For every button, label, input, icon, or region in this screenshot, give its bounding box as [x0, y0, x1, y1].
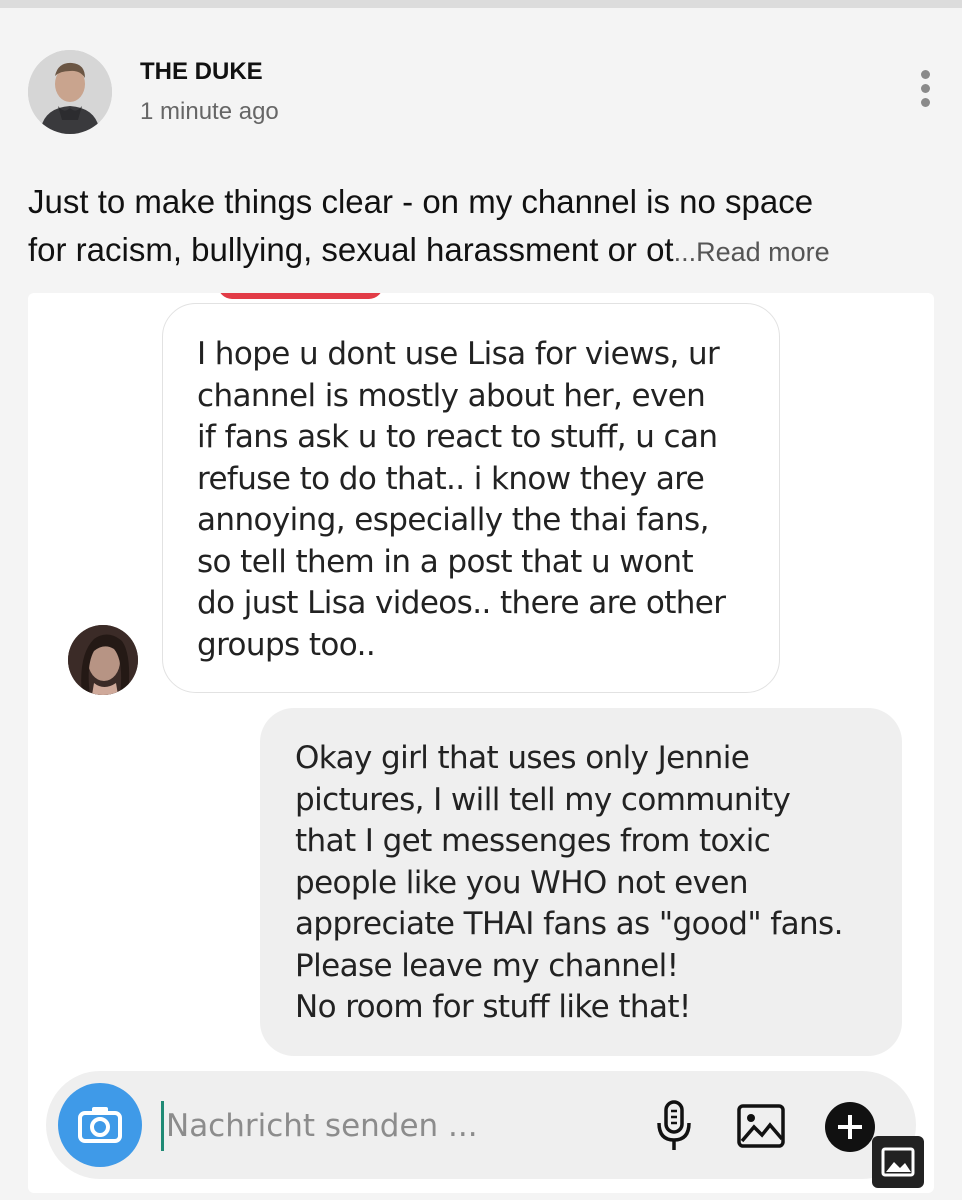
message-line: No room for stuff like that!	[295, 989, 691, 1025]
message-input[interactable]	[161, 1101, 638, 1151]
message-line: that I get messenges from toxic	[295, 823, 771, 859]
sender-avatar[interactable]	[68, 625, 138, 695]
message-line: people like you WHO not even	[295, 864, 749, 901]
message-line: Please leave my channel!	[295, 947, 679, 984]
message-composer	[46, 1071, 916, 1179]
outgoing-message-bubble: Okay girl that uses only Jennie pictures…	[260, 708, 902, 1056]
more-vertical-icon[interactable]	[910, 70, 940, 114]
message-line: I hope u dont use Lisa for views, ur	[197, 336, 720, 372]
post-timestamp: 1 minute ago	[140, 98, 279, 125]
incoming-message-bubble: I hope u dont use Lisa for views, ur cha…	[162, 303, 780, 693]
incoming-message-text: I hope u dont use Lisa for views, ur cha…	[197, 334, 726, 666]
message-line: annoying, especially the thai fans,	[197, 502, 709, 538]
message-line: so tell them in a post that u wont	[197, 543, 694, 580]
message-line: if fans ask u to react to stuff, u can	[197, 419, 718, 455]
message-line: channel is mostly about her, even	[197, 377, 706, 414]
top-divider	[0, 0, 962, 8]
message-line: Okay girl that uses only Jennie	[295, 740, 750, 776]
camera-button[interactable]	[58, 1083, 142, 1167]
microphone-icon[interactable]	[654, 1099, 694, 1153]
message-line: groups too..	[197, 626, 376, 663]
post-text-line: for racism, bullying, sexual harassment …	[28, 231, 830, 268]
image-icon[interactable]	[736, 1103, 786, 1149]
author-name[interactable]: THE DUKE	[140, 58, 263, 86]
message-line: do just Lisa videos.. there are other	[197, 585, 726, 621]
read-more-link[interactable]: ...Read more	[674, 237, 830, 267]
camera-icon	[78, 1107, 122, 1143]
post: THE DUKE 1 minute ago Just to make thing…	[0, 8, 962, 293]
post-text: Just to make things clear - on my channe…	[28, 178, 938, 276]
redaction-mark	[218, 293, 383, 299]
plus-icon[interactable]	[824, 1101, 876, 1153]
post-text-line: Just to make things clear - on my channe…	[28, 183, 814, 220]
chat-screenshot: I hope u dont use Lisa for views, ur cha…	[28, 293, 934, 1193]
message-line: refuse to do that.. i know they are	[197, 460, 705, 497]
message-line: appreciate THAI fans as "good" fans.	[295, 906, 843, 942]
outgoing-message-text: Okay girl that uses only Jennie pictures…	[295, 738, 843, 1029]
image-preview-icon[interactable]	[872, 1136, 924, 1188]
author-avatar[interactable]	[28, 50, 112, 134]
message-line: pictures, I will tell my community	[295, 781, 791, 818]
